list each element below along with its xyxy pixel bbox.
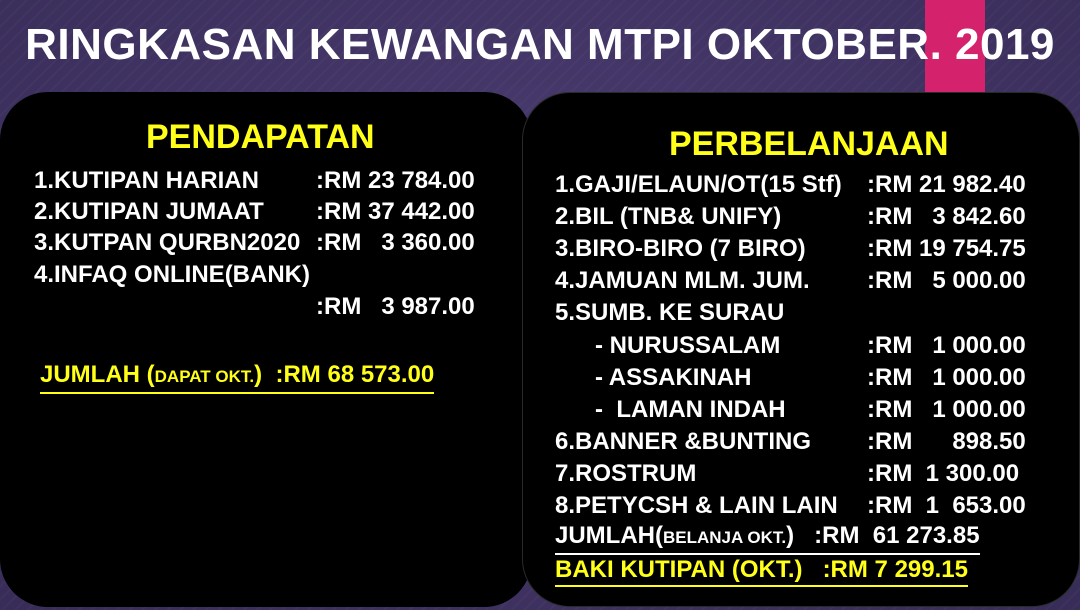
item-amount: :RM 1 300.00 — [867, 460, 1020, 487]
item-amount: :RM 23 784.00 — [316, 167, 475, 194]
perbelanjaan-panel: PERBELANJAAN 1.GAJI/ELAUN/OT(15 Stf) :RM … — [522, 92, 1080, 607]
item-label: 6.BANNER &BUNTING — [555, 428, 812, 455]
item-label: 7.ROSTRUM — [555, 460, 697, 487]
item-label: 2.BIL (TNB& UNIFY) — [555, 203, 782, 230]
item-amount: :RM 19 754.75 — [867, 235, 1026, 262]
pendapatan-panel: PENDAPATAN 1.KUTIPAN HARIAN :RM 23 784.0… — [0, 92, 532, 607]
item-amount: :RM 5 000.00 — [867, 267, 1026, 294]
item-label: 4.JAMUAN MLM. JUM. — [555, 267, 810, 294]
item-label: 3.BIRO-BIRO (7 BIRO) — [555, 235, 806, 262]
total-amount: :RM 68 573.00 — [275, 361, 435, 388]
item-label: 1.KUTIPAN HARIAN — [34, 167, 259, 194]
item-label: 4.INFAQ ONLINE(BANK) — [34, 261, 310, 288]
item-amount: :RM 3 987.00 — [316, 293, 475, 320]
item-amount: :RM 1 000.00 — [867, 364, 1026, 391]
item-label: 1.GAJI/ELAUN/OT(15 Stf) — [555, 171, 842, 198]
total-label: JUMLAH(BELANJA OKT.) :RM 61 273.85 — [555, 521, 980, 555]
total-label: JUMLAH (DAPAT OKT.) :RM 68 573.00 — [40, 360, 435, 394]
item-label: - LAMAN INDAH — [595, 396, 786, 423]
item-label: 3.KUTPAN QURBN2020 — [34, 229, 301, 256]
item-amount: :RM 3 360.00 — [316, 229, 475, 256]
item-amount: :RM 1 653.00 — [867, 492, 1026, 519]
item-amount: :RM 898.50 — [867, 428, 1026, 455]
item-label: 5.SUMB. KE SURAU — [555, 299, 785, 326]
page-title: RINGKASAN KEWANGAN MTPI OKTOBER. 2019 — [25, 20, 1055, 69]
balance-label: BAKI KUTIPAN (OKT.) :RM 7 299.15 — [555, 555, 968, 587]
item-amount: :RM 21 982.40 — [867, 171, 1026, 198]
balance-amount: :RM 7 299.15 — [822, 556, 968, 583]
perbelanjaan-heading: PERBELANJAAN — [669, 125, 949, 163]
total-amount: :RM 61 273.85 — [814, 522, 980, 549]
item-label: - ASSAKINAH — [595, 364, 752, 391]
pendapatan-heading: PENDAPATAN — [146, 118, 375, 156]
item-amount: :RM 1 000.00 — [867, 332, 1026, 359]
item-label: 8.PETYCSH & LAIN LAIN — [555, 492, 838, 519]
item-label: - NURUSSALAM — [595, 332, 781, 359]
item-amount: :RM 3 842.60 — [867, 203, 1026, 230]
item-amount: :RM 1 000.00 — [867, 396, 1026, 423]
item-amount: :RM 37 442.00 — [316, 198, 475, 225]
item-label: 2.KUTIPAN JUMAAT — [34, 198, 264, 225]
